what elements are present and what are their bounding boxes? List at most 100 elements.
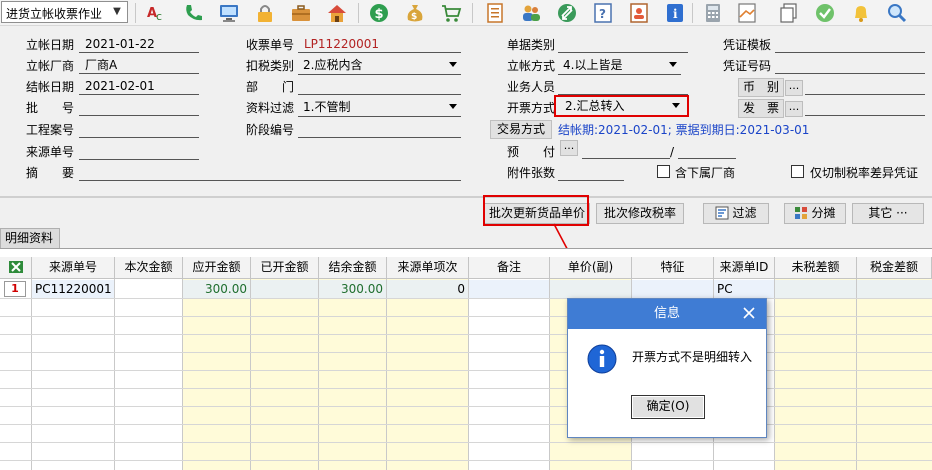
tax-type-value: 2.应税内含 (303, 58, 363, 72)
contacts-icon[interactable] (628, 2, 650, 24)
computer-icon[interactable] (218, 2, 240, 24)
post-date-field[interactable]: 2021-01-22 (79, 36, 199, 53)
split-icon (795, 207, 808, 219)
row-number[interactable]: 1 (4, 281, 26, 297)
header-balance[interactable]: 结余金额 (319, 257, 387, 279)
toolbar: 进货立帐收票作业 ▼ Ac $ $ ? i (0, 0, 932, 26)
bell-icon[interactable] (850, 2, 872, 24)
prepay-label: 预 付 (507, 145, 556, 159)
dollar-icon[interactable]: $ (368, 2, 390, 24)
briefcase-icon[interactable] (290, 2, 312, 24)
cell-bg (115, 280, 183, 298)
phone-icon[interactable] (182, 2, 204, 24)
tax-type-dropdown[interactable]: 2.应税内含 (298, 57, 461, 75)
spell-check-icon[interactable]: Ac (146, 2, 168, 24)
row-line (0, 424, 932, 425)
header-item-no[interactable]: 来源单项次 (387, 257, 469, 279)
header-current-amount[interactable]: 本次金额 (115, 257, 183, 279)
project-label: 工程案号 (26, 123, 75, 137)
voucher-no-field[interactable] (775, 57, 925, 74)
check-icon[interactable] (814, 2, 836, 24)
svg-text:i: i (673, 7, 678, 21)
folder-icon[interactable] (736, 2, 758, 24)
swap-icon[interactable] (556, 2, 578, 24)
only-diff-checkbox[interactable] (791, 165, 804, 178)
info-icon[interactable]: i (664, 2, 686, 24)
currency-picker-button[interactable]: ... (785, 80, 803, 96)
invoice-picker-button[interactable]: ... (785, 101, 803, 117)
cell-balance[interactable]: 300.00 (319, 280, 383, 298)
grid-corner[interactable] (0, 257, 32, 279)
list-icon[interactable] (484, 2, 506, 24)
invoice-button[interactable]: 发 票 (738, 99, 784, 118)
receipt-no-label: 收票单号 (246, 38, 295, 52)
header-feature[interactable]: 特征 (632, 257, 714, 279)
source-no-field[interactable] (79, 143, 199, 160)
row-line (0, 460, 932, 461)
invoice-field[interactable] (805, 99, 925, 116)
summary-field[interactable] (79, 164, 461, 181)
doc-type-field[interactable] (558, 36, 688, 53)
project-field[interactable] (79, 121, 199, 138)
header-source-id[interactable]: 来源单ID (714, 257, 775, 279)
header-tax-diff[interactable]: 税金差额 (857, 257, 932, 279)
filter-dropdown[interactable]: 1.不管制 (298, 99, 461, 117)
row-line (0, 406, 932, 407)
mode-select[interactable]: 进货立帐收票作业 ▼ (1, 1, 128, 23)
search-icon[interactable] (886, 2, 908, 24)
row-line (0, 370, 932, 371)
header-remark[interactable]: 备注 (469, 257, 550, 279)
staff-field[interactable] (558, 78, 688, 95)
currency-button[interactable]: 币 别 (738, 78, 784, 97)
prepay-field-1[interactable] (582, 142, 670, 159)
batch-field[interactable] (79, 99, 199, 116)
calculator-icon[interactable] (702, 2, 724, 24)
form-divider (0, 196, 932, 198)
tab-detail[interactable]: 明细资料 (0, 228, 60, 248)
info-dialog: 信息 开票方式不是明细转入 确定(O) (567, 298, 767, 438)
close-icon[interactable] (742, 306, 756, 320)
ok-button[interactable]: 确定(O) (631, 395, 705, 419)
attach-field[interactable] (558, 164, 624, 181)
chevron-down-icon (449, 104, 457, 109)
prepay-field-2[interactable] (678, 142, 736, 159)
batch-modify-tax-button[interactable]: 批次修改税率 (596, 203, 684, 224)
chevron-down-icon (449, 62, 457, 67)
dept-field[interactable] (298, 78, 461, 95)
prepay-separator: / (670, 145, 675, 159)
copy-icon[interactable] (778, 2, 800, 24)
header-unit-price[interactable]: 单价(副) (550, 257, 632, 279)
currency-field[interactable] (805, 78, 925, 95)
header-due-amount[interactable]: 应开金额 (183, 257, 251, 279)
cell-source-id[interactable]: PC (717, 280, 733, 298)
lock-icon[interactable] (254, 2, 276, 24)
prepay-picker-button[interactable]: ... (560, 140, 578, 156)
header-source-no[interactable]: 来源单号 (32, 257, 115, 279)
money-bag-icon[interactable]: $ (404, 2, 426, 24)
cell-due-amount[interactable]: 300.00 (183, 280, 247, 298)
split-button[interactable]: 分摊 (784, 203, 846, 224)
voucher-no-label: 凭证号码 (723, 59, 772, 73)
cell-item-no[interactable]: 0 (387, 280, 465, 298)
vendor-field[interactable]: 厂商A (79, 57, 199, 74)
filter-value: 1.不管制 (303, 100, 351, 114)
trade-method-button[interactable]: 交易方式 (490, 120, 552, 139)
header-issued-amount[interactable]: 已开金额 (251, 257, 319, 279)
other-button[interactable]: 其它 ··· (852, 203, 924, 224)
users-icon[interactable] (520, 2, 542, 24)
cart-icon[interactable] (440, 2, 462, 24)
home-icon[interactable] (326, 2, 348, 24)
header-untaxed-diff[interactable]: 未税差额 (775, 257, 857, 279)
stage-label: 阶段编号 (246, 123, 295, 137)
sub-vendor-checkbox[interactable] (657, 165, 670, 178)
receipt-no-field[interactable]: LP11220001 (298, 36, 461, 53)
only-diff-label: 仅切制税率差异凭证 (810, 166, 919, 180)
post-method-dropdown[interactable]: 4.以上皆是 (558, 57, 681, 75)
voucher-template-field[interactable] (775, 36, 925, 53)
settle-date-field[interactable]: 2021-02-01 (79, 78, 199, 95)
cell-source-no[interactable]: PC11220001 (35, 280, 112, 298)
help-icon[interactable]: ? (592, 2, 614, 24)
stage-field[interactable] (298, 121, 461, 138)
filter-button[interactable]: 过滤 (703, 203, 769, 224)
post-date-label: 立帐日期 (26, 38, 75, 52)
